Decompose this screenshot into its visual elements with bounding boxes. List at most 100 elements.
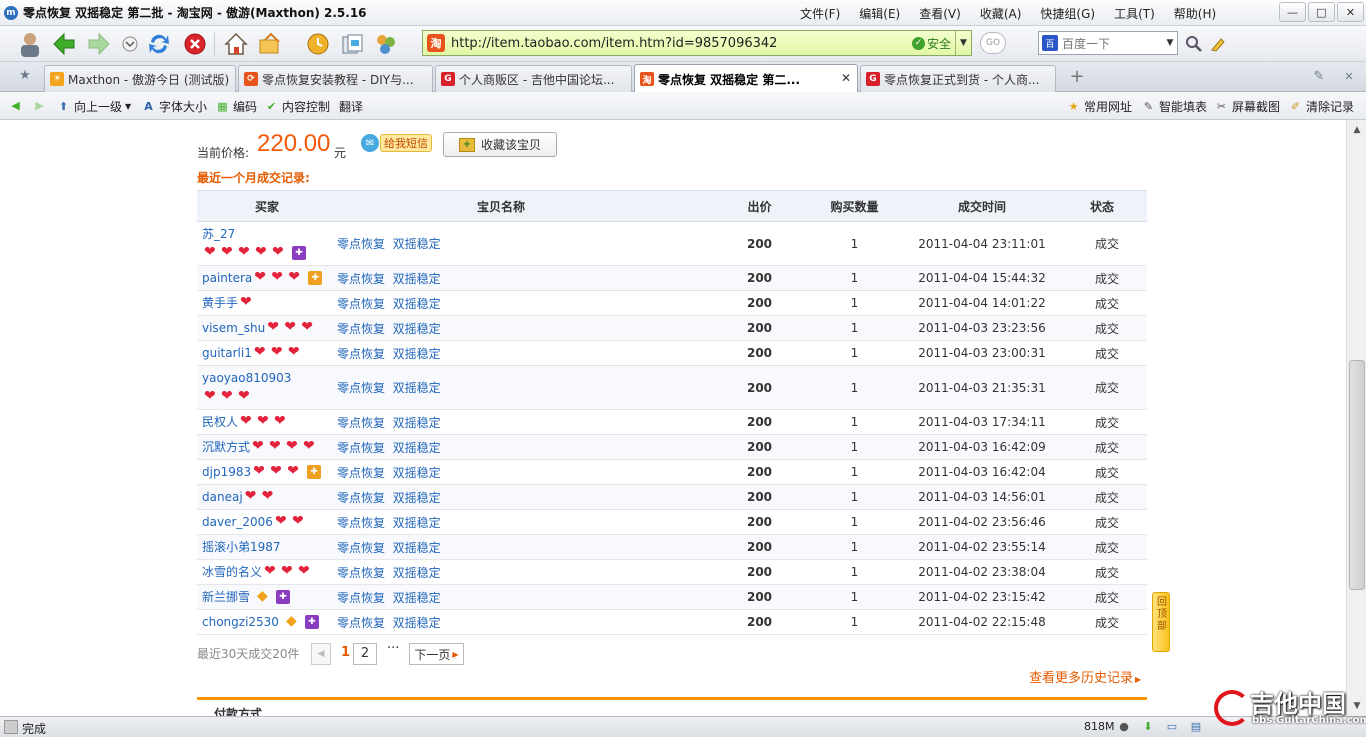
item-link[interactable]: 零点恢复 双摇稳定 xyxy=(337,347,441,361)
buyer-link[interactable]: paintera xyxy=(202,271,252,285)
menu-groups[interactable]: 快捷组(G) xyxy=(1040,5,1095,22)
buyer-link[interactable]: guitarli1 xyxy=(202,346,252,360)
up-level-button[interactable]: ⬆ 向上一级 ▼ xyxy=(56,98,131,115)
encoding-button[interactable]: ▦ 编码 xyxy=(215,98,257,115)
item-link[interactable]: 零点恢复 双摇稳定 xyxy=(337,541,441,555)
plugins-icon[interactable] xyxy=(372,30,400,58)
menu-edit[interactable]: 编辑(E) xyxy=(859,5,900,22)
item-link[interactable]: 零点恢复 双摇稳定 xyxy=(337,491,441,505)
menu-tools[interactable]: 工具(T) xyxy=(1114,5,1155,22)
minimize-button[interactable]: — xyxy=(1279,2,1306,22)
memory-usage[interactable]: 818M xyxy=(1084,720,1115,733)
buyer-link[interactable]: daver_2006 xyxy=(202,515,273,529)
prev-page-button[interactable]: ◀ xyxy=(311,643,331,665)
bookmark-forward-icon[interactable]: ▶ xyxy=(32,98,50,113)
add-favorite-button[interactable]: + 收藏该宝贝 xyxy=(443,132,557,157)
dropdown-icon[interactable] xyxy=(116,30,144,58)
buyer-link[interactable]: 摇滚小弟1987 xyxy=(202,540,281,554)
tab-personal-vendors[interactable]: G 个人商贩区 - 吉他中国论坛... xyxy=(435,65,632,92)
bookmark-back-icon[interactable]: ◀ xyxy=(8,98,26,113)
item-link[interactable]: 零点恢复 双摇稳定 xyxy=(337,441,441,455)
page-2-link[interactable]: 2 xyxy=(353,643,377,665)
tab-menu-icon[interactable]: ✕ xyxy=(1336,68,1362,88)
cell-time: 2011-04-03 21:35:31 xyxy=(907,365,1057,410)
buyer-link[interactable]: 冰雪的名义 xyxy=(202,565,262,579)
buyer-link[interactable]: 苏_27 xyxy=(202,227,235,241)
clear-records-button[interactable]: ✐ 清除记录 xyxy=(1288,98,1354,115)
search-dropdown-icon[interactable]: ▼ xyxy=(1163,38,1177,48)
item-link[interactable]: 零点恢复 双摇稳定 xyxy=(337,322,441,336)
go-button[interactable]: GO xyxy=(980,32,1006,54)
item-link[interactable]: 零点恢复 双摇稳定 xyxy=(337,237,441,251)
mouse-gesture-icon[interactable]: ● xyxy=(1116,720,1132,734)
item-link[interactable]: 零点恢复 双摇稳定 xyxy=(337,416,441,430)
forward-icon[interactable] xyxy=(85,30,113,58)
screenshot-button[interactable]: ✂ 屏幕截图 xyxy=(1214,98,1280,115)
common-sites-button[interactable]: ★ 常用网址 xyxy=(1066,98,1132,115)
item-link[interactable]: 零点恢复 双摇稳定 xyxy=(337,466,441,480)
buyer-link[interactable]: yaoyao810903 xyxy=(202,371,291,385)
menu-help[interactable]: 帮助(H) xyxy=(1174,5,1216,22)
restore-button[interactable]: □ xyxy=(1308,2,1335,22)
search-box[interactable]: 百 百度一下 ▼ xyxy=(1038,31,1178,55)
more-history-link[interactable]: 查看更多历史记录 ▶ xyxy=(1029,667,1141,686)
address-dropdown-icon[interactable]: ▼ xyxy=(955,31,971,55)
back-icon[interactable] xyxy=(50,30,78,58)
clear-icon[interactable] xyxy=(1204,30,1232,58)
buyer-link[interactable]: 新兰挪雪 xyxy=(202,590,250,604)
scrollbar-thumb[interactable] xyxy=(1349,360,1365,590)
font-size-button[interactable]: A 字体大小 xyxy=(141,98,207,115)
buyer-link[interactable]: djp1983 xyxy=(202,465,251,479)
tab-install-tutorial[interactable]: ⟳ 零点恢复安装教程 - DIY与... xyxy=(238,65,433,92)
item-link[interactable]: 零点恢复 双摇稳定 xyxy=(337,272,441,286)
close-button[interactable]: ✕ xyxy=(1337,2,1364,22)
scroll-up-icon[interactable]: ▲ xyxy=(1349,122,1365,138)
item-link[interactable]: 零点恢复 双摇稳定 xyxy=(337,381,441,395)
translate-button[interactable]: 翻译 xyxy=(339,98,363,115)
security-indicator[interactable]: ✓ 安全 xyxy=(911,35,951,52)
next-page-button[interactable]: 下一页 ▶ xyxy=(409,643,464,665)
item-link[interactable]: 零点恢复 双摇稳定 xyxy=(337,566,441,580)
history-icon[interactable] xyxy=(304,30,332,58)
buyer-link[interactable]: chongzi2530 xyxy=(202,615,279,629)
tab-official-arrival[interactable]: G 零点恢复正式到货 - 个人商... xyxy=(860,65,1056,92)
buyer-link[interactable]: daneaj xyxy=(202,490,243,504)
wrench-icon[interactable]: ✎ xyxy=(1306,68,1332,88)
item-link[interactable]: 零点恢复 双摇稳定 xyxy=(337,297,441,311)
new-tab-button[interactable]: + xyxy=(1064,68,1090,88)
vertical-scrollbar[interactable]: ▲ ▼ xyxy=(1346,120,1366,716)
item-link[interactable]: 零点恢复 双摇稳定 xyxy=(337,591,441,605)
menu-file[interactable]: 文件(F) xyxy=(800,5,840,22)
cell-item: 零点恢复 双摇稳定 xyxy=(337,340,717,366)
home-icon[interactable] xyxy=(222,30,250,58)
item-link[interactable]: 零点恢复 双摇稳定 xyxy=(337,616,441,630)
tab-current-item[interactable]: 淘 零点恢复 双摇稳定 第二... ✕ xyxy=(634,64,858,93)
item-link[interactable]: 零点恢复 双摇稳定 xyxy=(337,516,441,530)
send-sms-link[interactable]: ✉ 给我短信 xyxy=(361,134,432,152)
buyer-link[interactable]: 黄手手 xyxy=(202,296,238,310)
clipboard-icon[interactable] xyxy=(338,30,366,58)
tab-maxthon-today[interactable]: ☀ Maxthon - 傲游今日 (测试版) xyxy=(44,65,236,92)
star-icon[interactable]: ★ xyxy=(12,67,38,87)
heart-icon xyxy=(271,269,286,285)
content-control-button[interactable]: ✔ 内容控制 xyxy=(264,98,330,115)
buyer-link[interactable]: 民权人 xyxy=(202,415,238,429)
search-input[interactable]: 百度一下 xyxy=(1062,35,1163,52)
baidu-icon[interactable]: 百 xyxy=(1042,35,1058,51)
buyer-link[interactable]: 沉默方式 xyxy=(202,440,250,454)
network-icon[interactable]: ▭ xyxy=(1164,720,1180,734)
menu-view[interactable]: 查看(V) xyxy=(919,5,961,22)
stop-icon[interactable] xyxy=(181,30,209,58)
user-icon[interactable] xyxy=(16,30,44,58)
favorites-icon[interactable] xyxy=(256,30,284,58)
buyer-link[interactable]: visem_shu xyxy=(202,321,265,335)
refresh-icon[interactable] xyxy=(145,30,173,58)
tab-close-icon[interactable]: ✕ xyxy=(841,71,851,85)
sync-icon[interactable]: ▤ xyxy=(1188,720,1204,734)
menu-favorites[interactable]: 收藏(A) xyxy=(980,5,1022,22)
url-field[interactable]: http://item.taobao.com/item.htm?id=98570… xyxy=(451,36,912,51)
smart-fill-button[interactable]: ✎ 智能填表 xyxy=(1141,98,1207,115)
back-to-top-button[interactable]: 回顶部 xyxy=(1152,592,1170,652)
download-icon[interactable]: ⬇ xyxy=(1140,720,1156,734)
address-bar[interactable]: 淘 http://item.taobao.com/item.htm?id=985… xyxy=(422,30,972,56)
